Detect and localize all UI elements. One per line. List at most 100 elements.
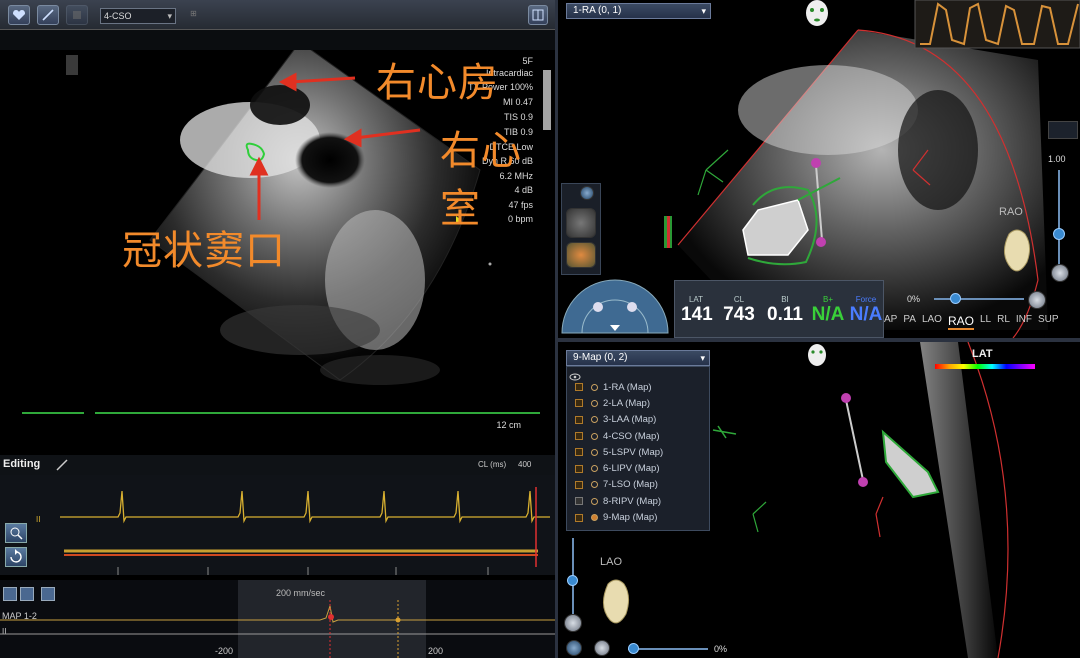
map-list-item[interactable]: 8-RIPV (Map) — [567, 493, 709, 509]
zoom-level: 1.00 — [1048, 154, 1066, 164]
map-shape-icon — [591, 399, 598, 407]
view-btn-sup[interactable]: SUP — [1038, 314, 1059, 330]
view-1-title-select[interactable]: 1-RA (0, 1) — [566, 3, 711, 19]
map-visibility-checkbox[interactable] — [575, 448, 583, 457]
map-visibility-checkbox[interactable] — [575, 513, 583, 522]
stat-lat-value: 141 — [681, 304, 713, 325]
map-list-item[interactable]: 3-LAA (Map) — [567, 412, 709, 428]
map-visibility-checkbox[interactable] — [575, 480, 583, 489]
erase-tool-button[interactable] — [66, 5, 88, 25]
view-1-ra[interactable]: 1-RA (0, 1) LAT 141 CL 743 BI 0.11 B+ N/… — [558, 0, 1080, 338]
map-list-item[interactable]: 1-RA (Map) — [567, 379, 709, 395]
map-list-item[interactable]: 4-CSO (Map) — [567, 428, 709, 444]
reset-view-button[interactable] — [564, 614, 582, 632]
layout-button[interactable] — [528, 5, 548, 25]
map-list-item[interactable]: 6-LIPV (Map) — [567, 460, 709, 476]
heart-view-button[interactable] — [8, 5, 30, 25]
view-preset-bar: AP PA LAO RAO LL RL INF SUP — [884, 314, 1059, 330]
face-orientation-icon[interactable] — [806, 342, 828, 368]
eye-icon[interactable] — [569, 368, 581, 381]
cl-value: 400 — [518, 460, 532, 469]
us-param-probe: 5F — [522, 56, 533, 66]
map-list-item[interactable]: 2-LA (Map) — [567, 395, 709, 411]
view-btn-inf[interactable]: INF — [1016, 314, 1032, 330]
ecg-panel[interactable]: II — [0, 475, 555, 575]
map-strip-panel[interactable]: 200 mm/sec MAP 1-2 II -200 200 — [0, 580, 555, 658]
map-visibility-checkbox[interactable] — [575, 464, 583, 473]
view-2-orient-label: LAO — [600, 556, 623, 568]
view-2-title-select[interactable]: 9-Map (0, 2) — [566, 350, 710, 366]
zoom-slider-handle[interactable] — [1053, 228, 1065, 240]
opacity-slider-track[interactable] — [934, 298, 1024, 300]
view-btn-rl[interactable]: RL — [997, 314, 1010, 330]
zoom-slider-handle[interactable] — [567, 575, 578, 586]
heart-icon — [13, 10, 25, 20]
tags-icon[interactable] — [566, 242, 596, 268]
opacity-slider-handle[interactable] — [950, 293, 961, 304]
stat-cl: CL 743 — [721, 295, 757, 326]
face-orientation-icon[interactable] — [803, 0, 831, 28]
map-item-label: 5-LSPV (Map) — [603, 446, 664, 458]
navigation-dome[interactable] — [560, 277, 670, 335]
map-list-item-active[interactable]: 9-Map (Map) — [567, 509, 709, 525]
view-1-options[interactable] — [1048, 121, 1078, 139]
ecg-channel-label: II — [36, 515, 41, 524]
stat-cl-value: 743 — [723, 304, 755, 325]
zoom-slider-track[interactable] — [1058, 170, 1060, 265]
stat-b-plus-label: B+ — [822, 295, 833, 304]
cl-label: CL (ms) — [478, 460, 507, 469]
reset-view-button[interactable] — [1051, 264, 1069, 282]
map-list-item[interactable]: 5-LSPV (Map) — [567, 444, 709, 460]
map-shape-icon — [591, 448, 598, 456]
grid-icon[interactable]: ⊞ — [190, 9, 204, 21]
map-item-label: 2-LA (Map) — [603, 397, 650, 409]
view-1-orient-label: RAO — [999, 206, 1023, 218]
view-btn-lao[interactable]: LAO — [922, 314, 942, 330]
opacity-slider-handle[interactable] — [628, 643, 639, 654]
map-shape-icon — [591, 497, 598, 505]
map-shape-icon — [591, 465, 598, 473]
zoom-in-button[interactable] — [5, 523, 27, 543]
view-btn-rao-active[interactable]: RAO — [947, 314, 974, 330]
view-2-percent: 0% — [714, 644, 728, 654]
stat-bi: BI 0.11 — [765, 295, 805, 326]
map-list-panel: 1-RA (Map) 2-LA (Map) 3-LAA (Map) 4-CSO … — [566, 366, 710, 531]
lat-scale-label: LAT — [972, 348, 993, 360]
view-btn-ll[interactable]: LL — [980, 314, 991, 330]
ultrasound-image-panel[interactable]: 5F Intracardiac TX Power 100% MI 0.47 TI… — [0, 50, 555, 435]
map-item-label: 1-RA (Map) — [603, 381, 652, 393]
refresh-button[interactable] — [5, 547, 27, 567]
view-2-map[interactable]: LAT 9-Map (0, 2) 1-RA (Map) 2-LA (Map) 3… — [558, 342, 1080, 658]
map-visibility-checkbox[interactable] — [575, 497, 583, 506]
us-param-mi: MI 0.47 — [502, 97, 533, 107]
stat-force: Force N/A — [849, 295, 883, 326]
eraser-icon — [73, 11, 81, 19]
settings-icon[interactable] — [566, 640, 582, 656]
map-select[interactable]: 4-CSO — [100, 8, 176, 24]
editing-label: Editing — [3, 458, 41, 470]
map-visibility-checkbox[interactable] — [575, 432, 583, 441]
heart-3d-icon — [1004, 229, 1031, 272]
transparency-button[interactable] — [1028, 291, 1046, 309]
map-visibility-checkbox[interactable] — [575, 383, 583, 392]
map-list-item[interactable]: 7-LSO (Map) — [567, 477, 709, 493]
ultrasound-toolbar: 4-CSO ⊞ — [0, 0, 555, 30]
lat-color-scale — [935, 364, 1035, 369]
refresh-icon — [10, 549, 22, 563]
catheter-icon[interactable] — [566, 208, 596, 238]
map-visibility-checkbox[interactable] — [575, 399, 583, 408]
settings-icon[interactable] — [580, 186, 594, 200]
view-btn-ap[interactable]: AP — [884, 314, 897, 330]
editing-bar: Editing CL (ms) 400 — [0, 455, 555, 475]
map-visibility-checkbox[interactable] — [575, 415, 583, 424]
stat-force-label: Force — [855, 295, 877, 304]
view-btn-pa[interactable]: PA — [903, 314, 916, 330]
draw-tool-button[interactable] — [37, 5, 59, 25]
opacity-slider-track[interactable] — [628, 648, 708, 650]
transparency-button[interactable] — [594, 640, 610, 656]
stat-b-plus-value: N/A — [811, 304, 845, 325]
view-1-percent: 0% — [907, 294, 921, 304]
pencil-icon[interactable] — [55, 458, 69, 472]
stat-cl-label: CL — [733, 295, 745, 304]
map-item-label: 3-LAA (Map) — [603, 414, 657, 426]
